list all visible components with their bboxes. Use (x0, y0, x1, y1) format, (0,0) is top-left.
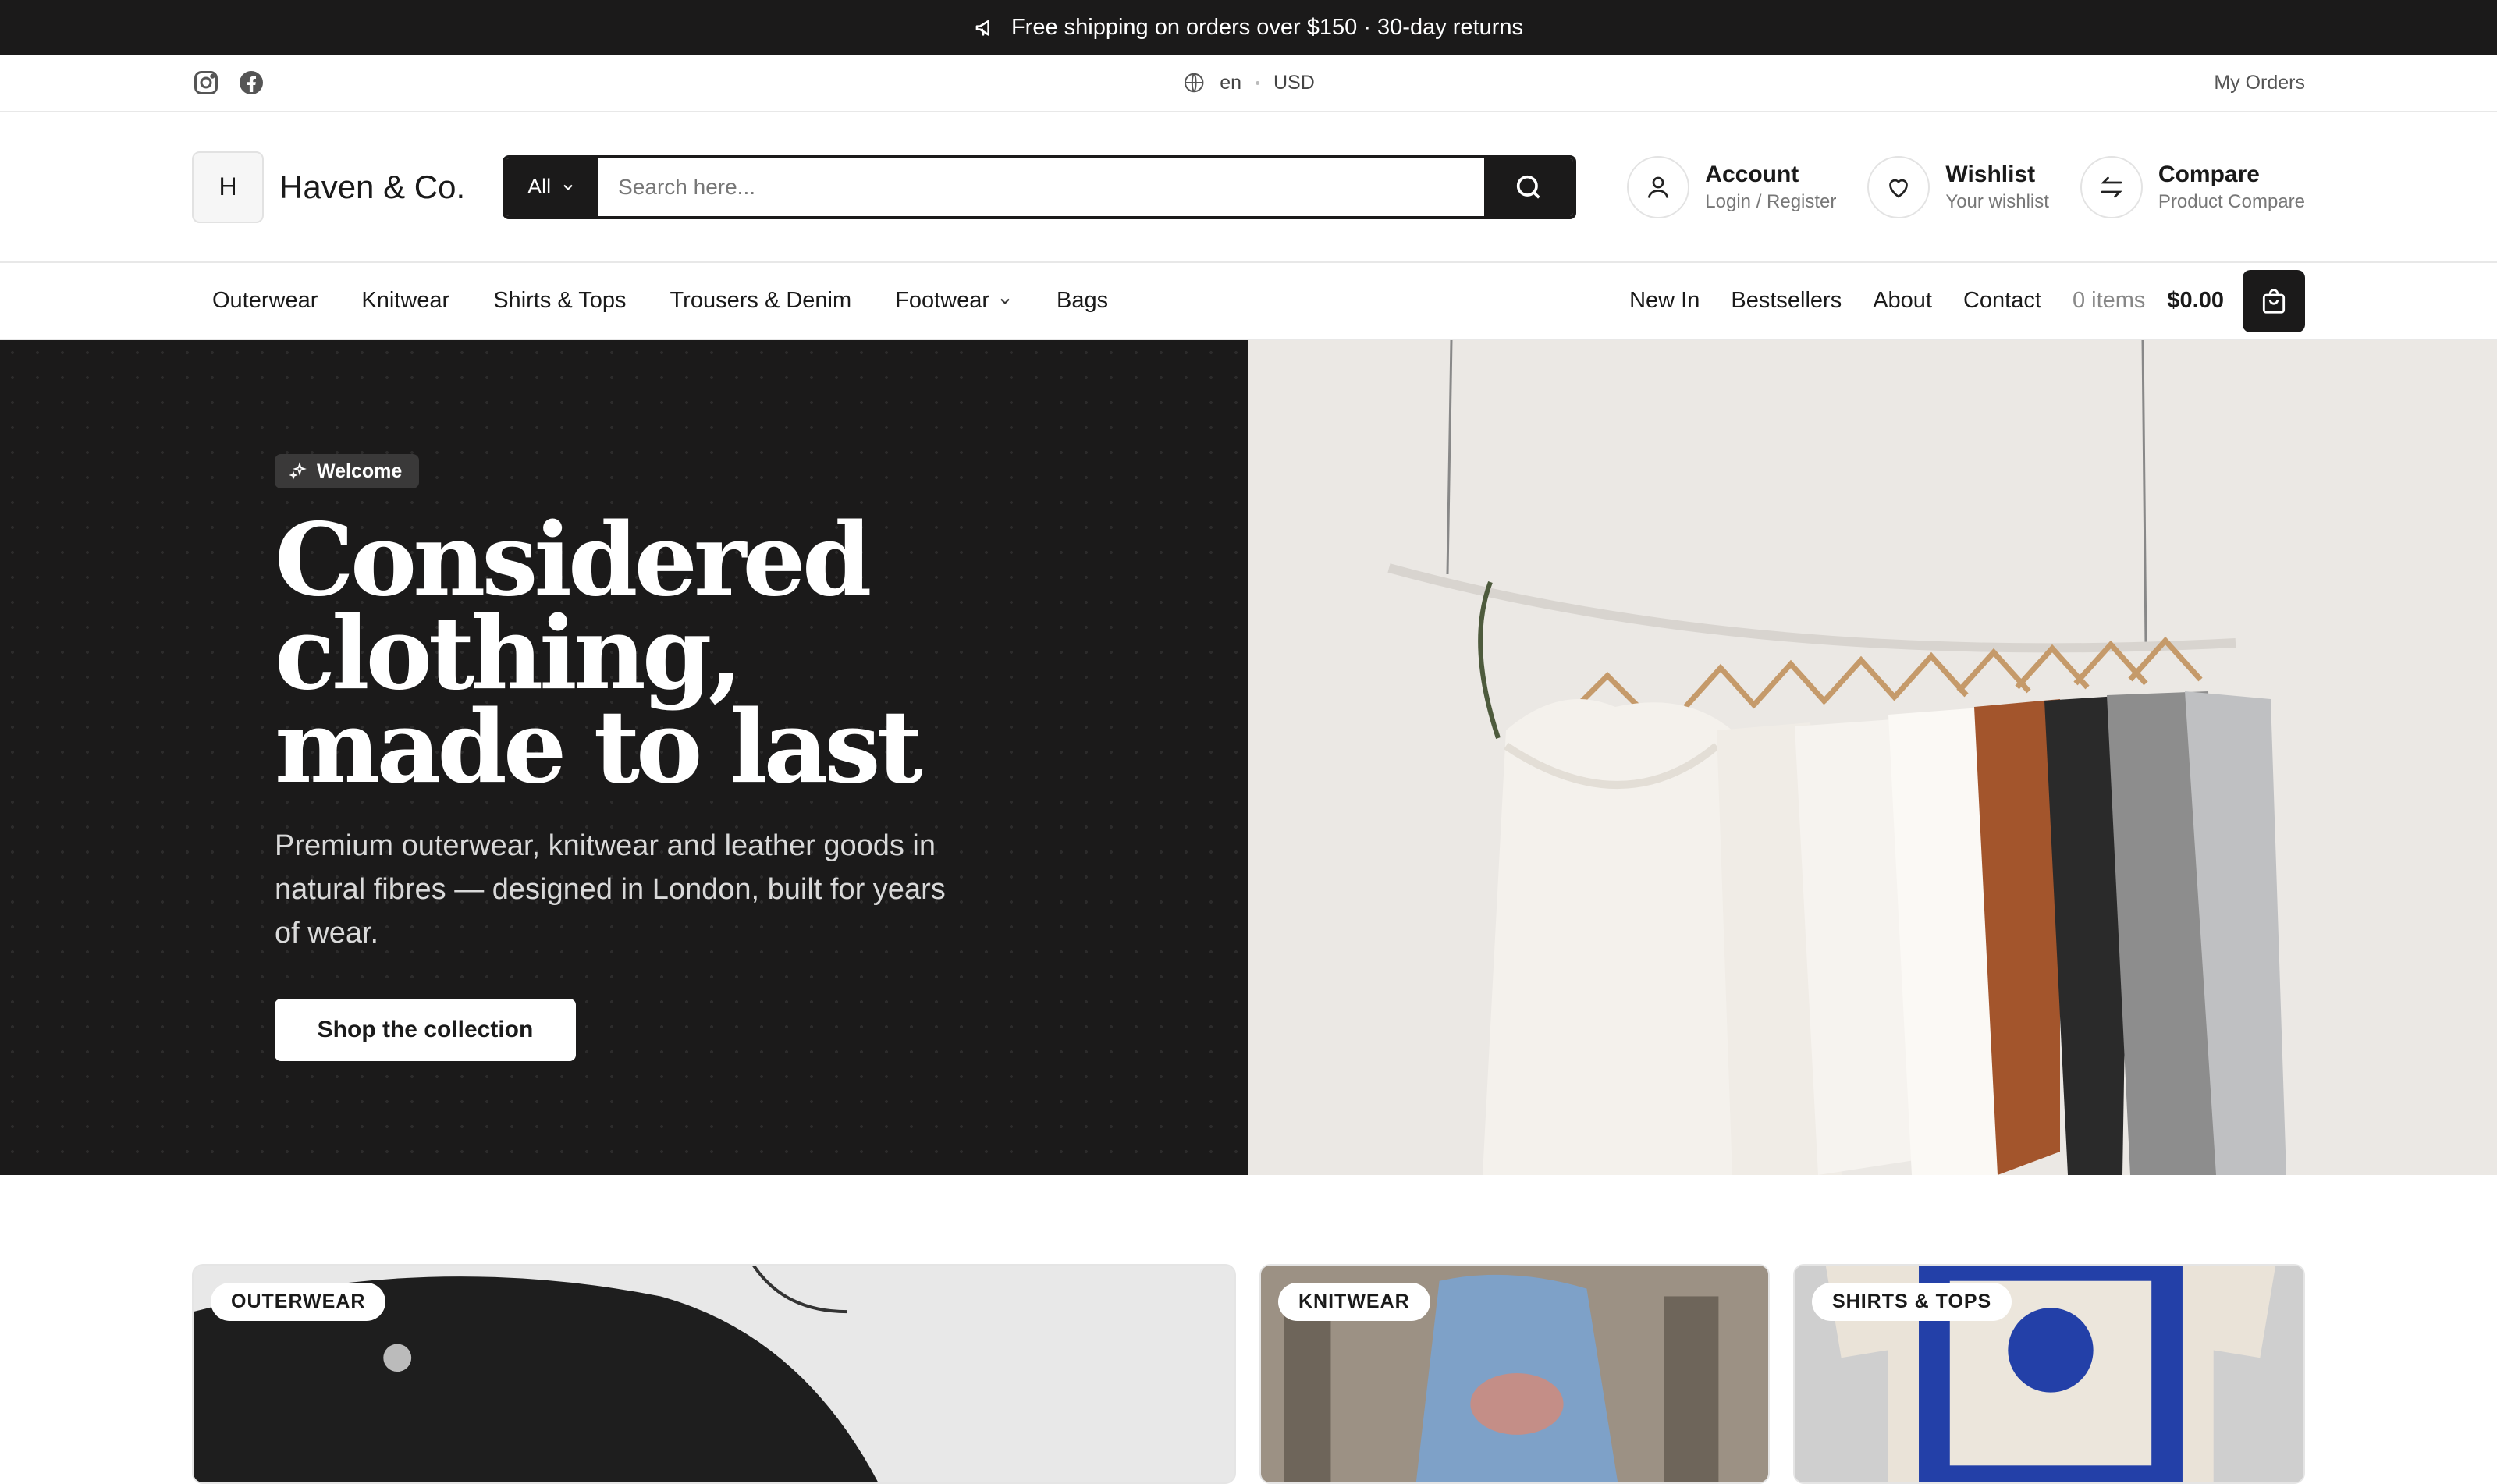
cart-item-count: 0 items (2072, 288, 2146, 313)
nav-item-footwear-label: Footwear (895, 288, 990, 313)
collection-label-knitwear: KNITWEAR (1278, 1283, 1430, 1321)
account-subtitle: Login / Register (1705, 190, 1837, 212)
collection-card-shirts-tops[interactable]: SHIRTS & TOPS (1793, 1264, 2305, 1484)
nav-link-contact[interactable]: Contact (1963, 288, 2041, 314)
wishlist-icon-wrap (1867, 155, 1930, 218)
main-nav: Outerwear Knitwear Shirts & Tops Trouser… (0, 263, 2497, 340)
my-orders-link[interactable]: My Orders (2214, 72, 2305, 94)
currency-label[interactable]: USD (1273, 72, 1315, 94)
language-label[interactable]: en (1220, 72, 1241, 94)
compare-title: Compare (2158, 161, 2260, 187)
collection-card-knitwear[interactable]: KNITWEAR (1259, 1264, 1770, 1484)
separator-dot (1256, 80, 1260, 85)
wishlist-action[interactable]: Wishlist Your wishlist (1867, 155, 2049, 218)
hero-headline: Considered clothing, made to last (275, 502, 923, 806)
user-icon (1647, 176, 1669, 198)
collection-cards: OUTERWEAR KNITWEAR SHIRTS & TOPS (192, 1264, 2305, 1484)
nav-link-bestsellers[interactable]: Bestsellers (1731, 288, 1842, 314)
megaphone-icon (975, 20, 989, 36)
compare-arrows-icon (2101, 176, 2122, 197)
search-category-dropdown[interactable]: All (506, 158, 598, 216)
announcement-text: Free shipping on orders over $150 · 30-d… (1011, 14, 1524, 40)
chevron-down-icon (1000, 298, 1010, 304)
compare-action[interactable]: Compare Product Compare (2080, 155, 2305, 218)
nav-link-new-in[interactable]: New In (1629, 288, 1700, 314)
search-icon (1516, 175, 1540, 199)
collection-label-outerwear: OUTERWEAR (211, 1283, 386, 1321)
utility-bar: en USD My Orders (0, 55, 2497, 112)
hero-content: Welcome Considered clothing, made to las… (0, 340, 1248, 1175)
clothing-rack-illustration (1248, 340, 2497, 1175)
category-nav: Outerwear Knitwear Shirts & Tops Trouser… (212, 288, 1108, 314)
account-action[interactable]: Account Login / Register (1627, 155, 1837, 218)
hero-headline-line-2: clothing, (275, 595, 743, 712)
nav-item-bags[interactable]: Bags (1057, 288, 1108, 314)
search-category-label: All (527, 175, 552, 198)
chevron-down-icon (563, 184, 573, 190)
search-input[interactable] (598, 158, 1485, 216)
announcement-bar: Free shipping on orders over $150 · 30-d… (0, 0, 2497, 55)
compare-icon-wrap (2080, 155, 2143, 218)
logo-monogram[interactable]: H (192, 151, 264, 223)
hero-section: Welcome Considered clothing, made to las… (0, 340, 2497, 1175)
search-bar: All (503, 154, 1577, 219)
instagram-icon[interactable] (192, 69, 220, 97)
hero-subtitle: Premium outerwear, knitwear and leather … (275, 829, 946, 950)
wishlist-subtitle: Your wishlist (1945, 190, 2049, 212)
wishlist-title: Wishlist (1945, 161, 2036, 187)
shop-collection-button[interactable]: Shop the collection (275, 999, 576, 1061)
facebook-icon[interactable] (237, 69, 265, 97)
account-title: Account (1705, 161, 1799, 187)
nav-link-about[interactable]: About (1873, 288, 1932, 314)
sparkle-icon (289, 462, 307, 480)
nav-item-trousers-denim[interactable]: Trousers & Denim (670, 288, 852, 314)
welcome-badge: Welcome (275, 454, 420, 488)
search-button[interactable] (1484, 158, 1574, 216)
nav-item-footwear[interactable]: Footwear (895, 288, 1013, 314)
social-links (192, 69, 265, 97)
secondary-nav: New In Bestsellers About Contact 0 items… (1629, 269, 2305, 332)
collection-card-outerwear[interactable]: OUTERWEAR (192, 1264, 1236, 1484)
heart-icon (1889, 179, 1909, 198)
welcome-badge-label: Welcome (317, 460, 403, 482)
header-actions: Account Login / Register Wishlist Your w… (1627, 155, 2305, 218)
hero-image (1248, 340, 2497, 1175)
shopping-bag-icon (2262, 288, 2286, 314)
main-header: H Haven & Co. All Account Login / Regist… (0, 112, 2497, 263)
nav-item-knitwear[interactable]: Knitwear (361, 288, 449, 314)
cart-button[interactable] (2243, 269, 2305, 332)
globe-icon (1184, 73, 1204, 93)
hero-headline-line-3: made to last (275, 689, 923, 806)
nav-item-outerwear[interactable]: Outerwear (212, 288, 318, 314)
locale-selector[interactable]: en USD (1182, 71, 1315, 94)
hero-headline-line-1: Considered (275, 502, 872, 619)
cart-total: $0.00 (2167, 288, 2224, 313)
brand-name[interactable]: Haven & Co. (279, 169, 465, 206)
collection-label-shirts-tops: SHIRTS & TOPS (1812, 1283, 2012, 1321)
account-icon-wrap (1627, 155, 1690, 218)
compare-subtitle: Product Compare (2158, 190, 2305, 212)
nav-item-shirts-tops[interactable]: Shirts & Tops (493, 288, 626, 314)
